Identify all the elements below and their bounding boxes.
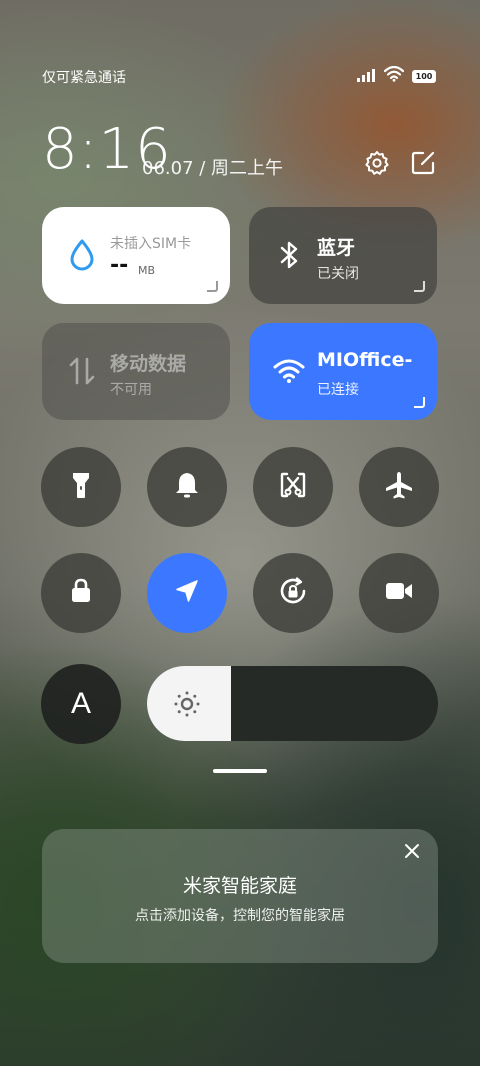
wifi-icon [383, 65, 405, 86]
card-title: 米家智能家庭 [182, 875, 297, 897]
water-drop-icon [64, 237, 100, 273]
mobile-data-title: 移动数据 [110, 353, 187, 375]
lock-icon [68, 576, 94, 610]
data-usage-tile[interactable]: 未插入SIM卡 -- MB [42, 207, 230, 304]
mobile-data-status: 不可用 [110, 382, 152, 398]
screenshot-icon [278, 470, 308, 504]
mobile-data-tile[interactable]: 移动数据 不可用 [42, 323, 230, 420]
font-size-button[interactable]: A [41, 664, 121, 744]
airplane-icon [383, 469, 415, 505]
close-icon[interactable] [402, 841, 422, 861]
video-icon [383, 579, 415, 607]
signal-icon [356, 67, 376, 86]
expand-corner-icon [414, 397, 425, 408]
drag-handle[interactable] [213, 769, 267, 773]
mi-home-card[interactable]: 米家智能家庭 点击添加设备，控制您的智能家居 [42, 829, 438, 963]
bluetooth-status: 已关闭 [317, 266, 359, 282]
flashlight-toggle[interactable] [41, 447, 121, 527]
rotation-lock-icon [277, 575, 309, 611]
carrier-status: 仅可紧急通话 [42, 70, 126, 86]
location-toggle[interactable] [147, 553, 227, 633]
bell-icon [174, 470, 200, 504]
data-usage-value: -- [110, 253, 129, 278]
wifi-icon [271, 353, 307, 389]
bluetooth-title: 蓝牙 [317, 237, 356, 259]
status-icons: 100 [356, 65, 436, 86]
card-subtitle: 点击添加设备，控制您的智能家居 [135, 908, 345, 924]
wifi-network-name: MIOffice- [317, 349, 413, 371]
bluetooth-icon [271, 237, 307, 273]
settings-icon[interactable] [362, 148, 392, 178]
font-size-label: A [70, 687, 91, 720]
silent-mode-toggle[interactable] [147, 447, 227, 527]
bluetooth-tile[interactable]: 蓝牙 已关闭 [249, 207, 437, 304]
sun-icon [173, 690, 201, 722]
data-usage-unit: MB [138, 264, 156, 277]
mobile-data-icon [64, 353, 100, 389]
wifi-tile[interactable]: MIOffice- 已连接 [249, 323, 437, 420]
wifi-status: 已连接 [317, 382, 359, 398]
airplane-mode-toggle[interactable] [359, 447, 439, 527]
expand-corner-icon [414, 281, 425, 292]
rotation-lock-toggle[interactable] [253, 553, 333, 633]
expand-corner-icon [207, 281, 218, 292]
location-icon [173, 577, 201, 609]
flashlight-icon [68, 470, 94, 504]
data-tile-title: 未插入SIM卡 [110, 236, 192, 252]
edit-icon[interactable] [408, 148, 438, 178]
brightness-slider[interactable] [147, 666, 438, 741]
screenshot-toggle[interactable] [253, 447, 333, 527]
screen-record-toggle[interactable] [359, 553, 439, 633]
battery-icon: 100 [412, 69, 436, 83]
lock-screen-toggle[interactable] [41, 553, 121, 633]
date: 06.07 / 周二上午 [142, 158, 284, 179]
